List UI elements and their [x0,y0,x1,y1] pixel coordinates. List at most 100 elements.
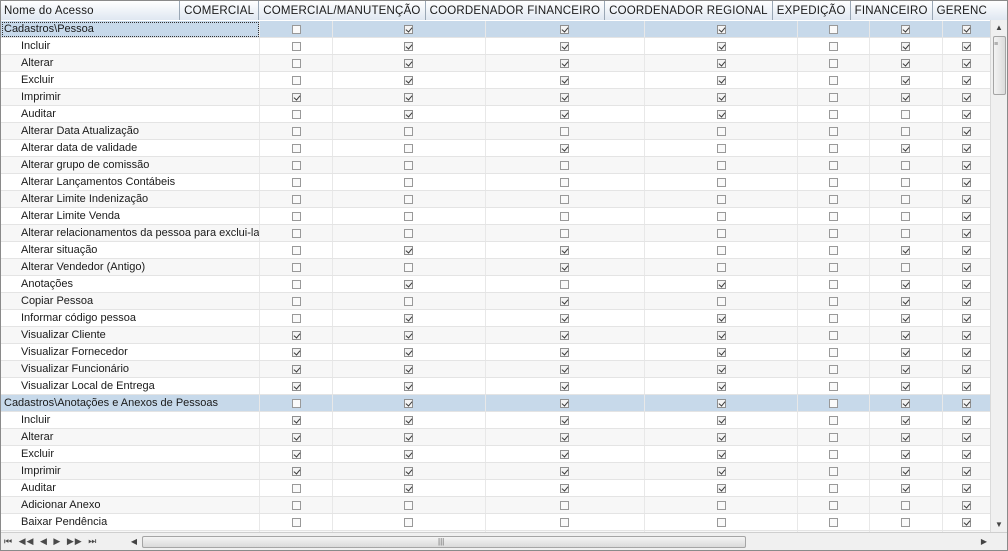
table-row[interactable]: Informar código pessoa [1,309,992,327]
next-record-icon[interactable]: ▶ [52,533,62,550]
unchecked-checkbox[interactable] [829,415,839,425]
checked-checkbox[interactable] [404,347,414,357]
checked-checkbox[interactable] [716,432,726,442]
checked-checkbox[interactable] [716,109,726,119]
checked-checkbox[interactable] [901,75,911,85]
table-row[interactable]: Alterar Data Atualização [1,122,992,140]
unchecked-checkbox[interactable] [291,296,301,306]
checked-checkbox[interactable] [560,415,570,425]
checked-checkbox[interactable] [404,398,414,408]
checked-checkbox[interactable] [716,466,726,476]
table-row[interactable]: Visualizar Local de Entrega [1,377,992,395]
unchecked-checkbox[interactable] [560,279,570,289]
checked-checkbox[interactable] [291,466,301,476]
unchecked-checkbox[interactable] [829,313,839,323]
unchecked-checkbox[interactable] [829,160,839,170]
table-row[interactable]: Adicionar Anexo [1,496,992,514]
table-row[interactable]: Alterar Lançamentos Contábeis [1,173,992,191]
checked-checkbox[interactable] [404,330,414,340]
checked-checkbox[interactable] [962,415,972,425]
unchecked-checkbox[interactable] [829,194,839,204]
checked-checkbox[interactable] [962,500,972,510]
checked-checkbox[interactable] [901,347,911,357]
checked-checkbox[interactable] [560,109,570,119]
unchecked-checkbox[interactable] [404,296,414,306]
checked-checkbox[interactable] [962,177,972,187]
checked-checkbox[interactable] [962,347,972,357]
column-header[interactable]: COORDENADOR FINANCEIRO [425,1,606,20]
unchecked-checkbox[interactable] [291,211,301,221]
unchecked-checkbox[interactable] [716,211,726,221]
unchecked-checkbox[interactable] [404,211,414,221]
checked-checkbox[interactable] [404,432,414,442]
checked-checkbox[interactable] [901,313,911,323]
checked-checkbox[interactable] [404,41,414,51]
unchecked-checkbox[interactable] [716,228,726,238]
scroll-up-arrow-icon[interactable]: ▲ [991,20,1007,36]
checked-checkbox[interactable] [716,41,726,51]
unchecked-checkbox[interactable] [901,211,911,221]
table-row[interactable]: Visualizar Cliente [1,326,992,344]
checked-checkbox[interactable] [962,364,972,374]
unchecked-checkbox[interactable] [716,143,726,153]
checked-checkbox[interactable] [962,432,972,442]
table-row[interactable]: Alterar grupo de comissão [1,156,992,174]
checked-checkbox[interactable] [291,364,301,374]
table-row[interactable]: Anotações [1,275,992,293]
checked-checkbox[interactable] [404,415,414,425]
checked-checkbox[interactable] [962,245,972,255]
table-row[interactable]: Imprimir [1,462,992,480]
table-row[interactable]: Alterar [1,54,992,72]
checked-checkbox[interactable] [962,58,972,68]
unchecked-checkbox[interactable] [829,330,839,340]
unchecked-checkbox[interactable] [829,381,839,391]
checked-checkbox[interactable] [962,381,972,391]
table-row[interactable]: Incluir [1,411,992,429]
checked-checkbox[interactable] [560,24,570,34]
checked-checkbox[interactable] [716,381,726,391]
unchecked-checkbox[interactable] [901,109,911,119]
checked-checkbox[interactable] [291,381,301,391]
unchecked-checkbox[interactable] [829,41,839,51]
unchecked-checkbox[interactable] [829,432,839,442]
column-header[interactable]: COORDENADOR REGIONAL [604,1,773,20]
checked-checkbox[interactable] [404,466,414,476]
unchecked-checkbox[interactable] [291,194,301,204]
unchecked-checkbox[interactable] [716,194,726,204]
table-row[interactable]: Incluir [1,37,992,55]
checked-checkbox[interactable] [962,466,972,476]
table-row[interactable]: Baixar Pendência [1,513,992,531]
checked-checkbox[interactable] [901,364,911,374]
checked-checkbox[interactable] [962,449,972,459]
checked-checkbox[interactable] [962,517,972,527]
unchecked-checkbox[interactable] [829,228,839,238]
checked-checkbox[interactable] [291,330,301,340]
checked-checkbox[interactable] [404,364,414,374]
unchecked-checkbox[interactable] [829,109,839,119]
checked-checkbox[interactable] [962,75,972,85]
scroll-down-arrow-icon[interactable]: ▼ [991,517,1007,533]
table-row[interactable]: Alterar data de validade [1,139,992,157]
checked-checkbox[interactable] [404,381,414,391]
unchecked-checkbox[interactable] [560,194,570,204]
unchecked-checkbox[interactable] [291,262,301,272]
checked-checkbox[interactable] [962,330,972,340]
checked-checkbox[interactable] [901,92,911,102]
unchecked-checkbox[interactable] [716,262,726,272]
unchecked-checkbox[interactable] [404,177,414,187]
unchecked-checkbox[interactable] [829,75,839,85]
unchecked-checkbox[interactable] [404,160,414,170]
checked-checkbox[interactable] [962,262,972,272]
checked-checkbox[interactable] [560,143,570,153]
checked-checkbox[interactable] [962,279,972,289]
unchecked-checkbox[interactable] [829,126,839,136]
table-row[interactable]: Auditar [1,479,992,497]
unchecked-checkbox[interactable] [404,194,414,204]
checked-checkbox[interactable] [404,75,414,85]
checked-checkbox[interactable] [560,364,570,374]
checked-checkbox[interactable] [291,432,301,442]
table-row[interactable]: Alterar situação [1,241,992,259]
checked-checkbox[interactable] [716,483,726,493]
table-row[interactable]: Visualizar Fornecedor [1,343,992,361]
unchecked-checkbox[interactable] [404,262,414,272]
